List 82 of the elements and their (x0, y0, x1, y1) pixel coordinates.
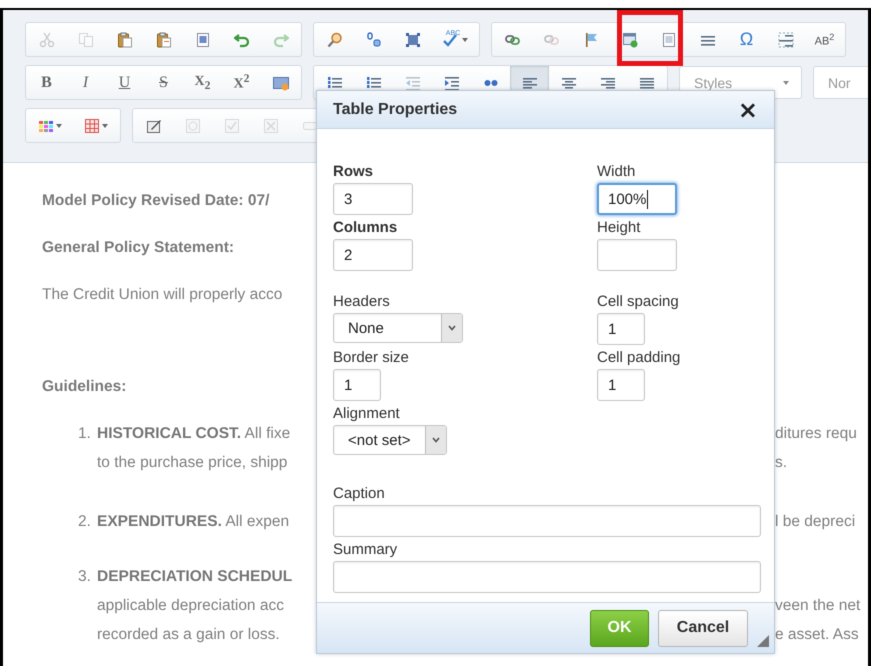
toolbar-button[interactable]: X$^{2}$ (222, 66, 261, 99)
toolbar-button[interactable]: X$_{2}$ (183, 66, 222, 99)
select-all-icon (404, 32, 420, 48)
chevron-icon (425, 426, 446, 454)
document-text: l be depreci (775, 513, 856, 530)
field-label: Alignment (333, 405, 401, 423)
toolbar-button[interactable]: Ω (727, 23, 766, 56)
document-text: e asset. Ass (775, 626, 859, 643)
clipboard-page-icon (156, 32, 172, 48)
toolbar-button[interactable]: AB$^{2}$ (805, 23, 844, 56)
toolbar-button[interactable]: S (144, 66, 183, 99)
check-icon (442, 32, 458, 48)
document-text: Guidelines: (42, 377, 126, 397)
document-text: Model Policy Revised Date: 07/ (42, 191, 270, 211)
page-break-icon (778, 32, 794, 48)
input-field[interactable]: 2 (333, 239, 413, 271)
clipboard-icon (116, 32, 132, 48)
caret-icon (783, 80, 789, 84)
toolbar-button[interactable]: U (105, 66, 144, 99)
field-label: Border size (333, 349, 410, 367)
scissors-icon (38, 32, 54, 48)
undo-icon (234, 32, 250, 48)
document-text: applicable depreciation acc (97, 596, 284, 616)
indent-icon (444, 74, 460, 90)
copy-icon (78, 32, 94, 48)
image-icon (272, 74, 288, 90)
document-text: recorded as a gain or loss. (97, 625, 280, 645)
document-text: DEPRECIATION SCHEDUL (97, 567, 292, 587)
toolbar-button[interactable]: B (27, 66, 66, 99)
input-field[interactable] (597, 239, 677, 271)
document-text: veen the net (775, 597, 860, 614)
list-number: 3. (78, 567, 92, 587)
input-field[interactable] (333, 505, 761, 537)
list-number: 2. (78, 512, 92, 532)
table-icon (84, 118, 100, 134)
toolbar-button[interactable]: I (66, 66, 105, 99)
checkbox-icon (224, 118, 240, 134)
search-icon (326, 32, 342, 48)
select-field[interactable]: <not set> (333, 425, 447, 455)
field-label: Headers (333, 293, 391, 311)
chevron-icon (441, 314, 462, 342)
field-label: Cell spacing (597, 293, 680, 311)
field-label: Columns (333, 219, 398, 237)
bulleted-list-icon (366, 74, 382, 90)
document-text: General Policy Statement: (42, 238, 234, 258)
caret-icon (462, 38, 468, 42)
page-icon (194, 32, 210, 48)
field-label: Caption (333, 485, 386, 503)
numbered-list-icon (326, 74, 342, 90)
input-field[interactable]: 3 (333, 183, 413, 215)
input-field[interactable] (333, 561, 761, 593)
caret-icon (102, 124, 108, 128)
select-field[interactable]: None (333, 313, 463, 343)
input-field[interactable]: 1 (597, 369, 645, 401)
highlight-frame (617, 10, 683, 66)
field-label: Summary (333, 541, 398, 559)
field-label: Height (597, 219, 642, 237)
field-label: Width (597, 163, 636, 181)
pencil-icon (146, 118, 162, 134)
list-number: 1. (78, 424, 92, 444)
window-plus-icon (622, 32, 638, 48)
field-label: Rows (333, 163, 374, 181)
cross-box-icon (262, 118, 278, 134)
document-text: ditures requ (775, 425, 857, 442)
dialog-title: Table Properties (333, 100, 458, 118)
document-text: HISTORICAL COST. All fixe (97, 424, 290, 444)
outdent-icon (404, 74, 420, 90)
input-field[interactable]: 1 (333, 369, 381, 401)
document-text: to the purchase price, shipp (97, 453, 288, 473)
document-text: s. (775, 454, 788, 471)
document-text: The Credit Union will properly acco (42, 285, 282, 305)
resize-grip-icon[interactable] (757, 635, 769, 647)
close-button[interactable]: × (734, 98, 762, 122)
radio-icon (184, 118, 200, 134)
input-field[interactable]: 1 (597, 313, 645, 345)
page-icon (660, 32, 676, 48)
field-label: Cell padding (597, 349, 682, 367)
document-text: EXPENDITURES. All expen (97, 512, 290, 532)
input-field[interactable]: 100% (597, 183, 677, 215)
caret-icon (56, 124, 62, 128)
cancel-button[interactable]: Cancel (658, 610, 748, 646)
redo-icon (272, 32, 288, 48)
